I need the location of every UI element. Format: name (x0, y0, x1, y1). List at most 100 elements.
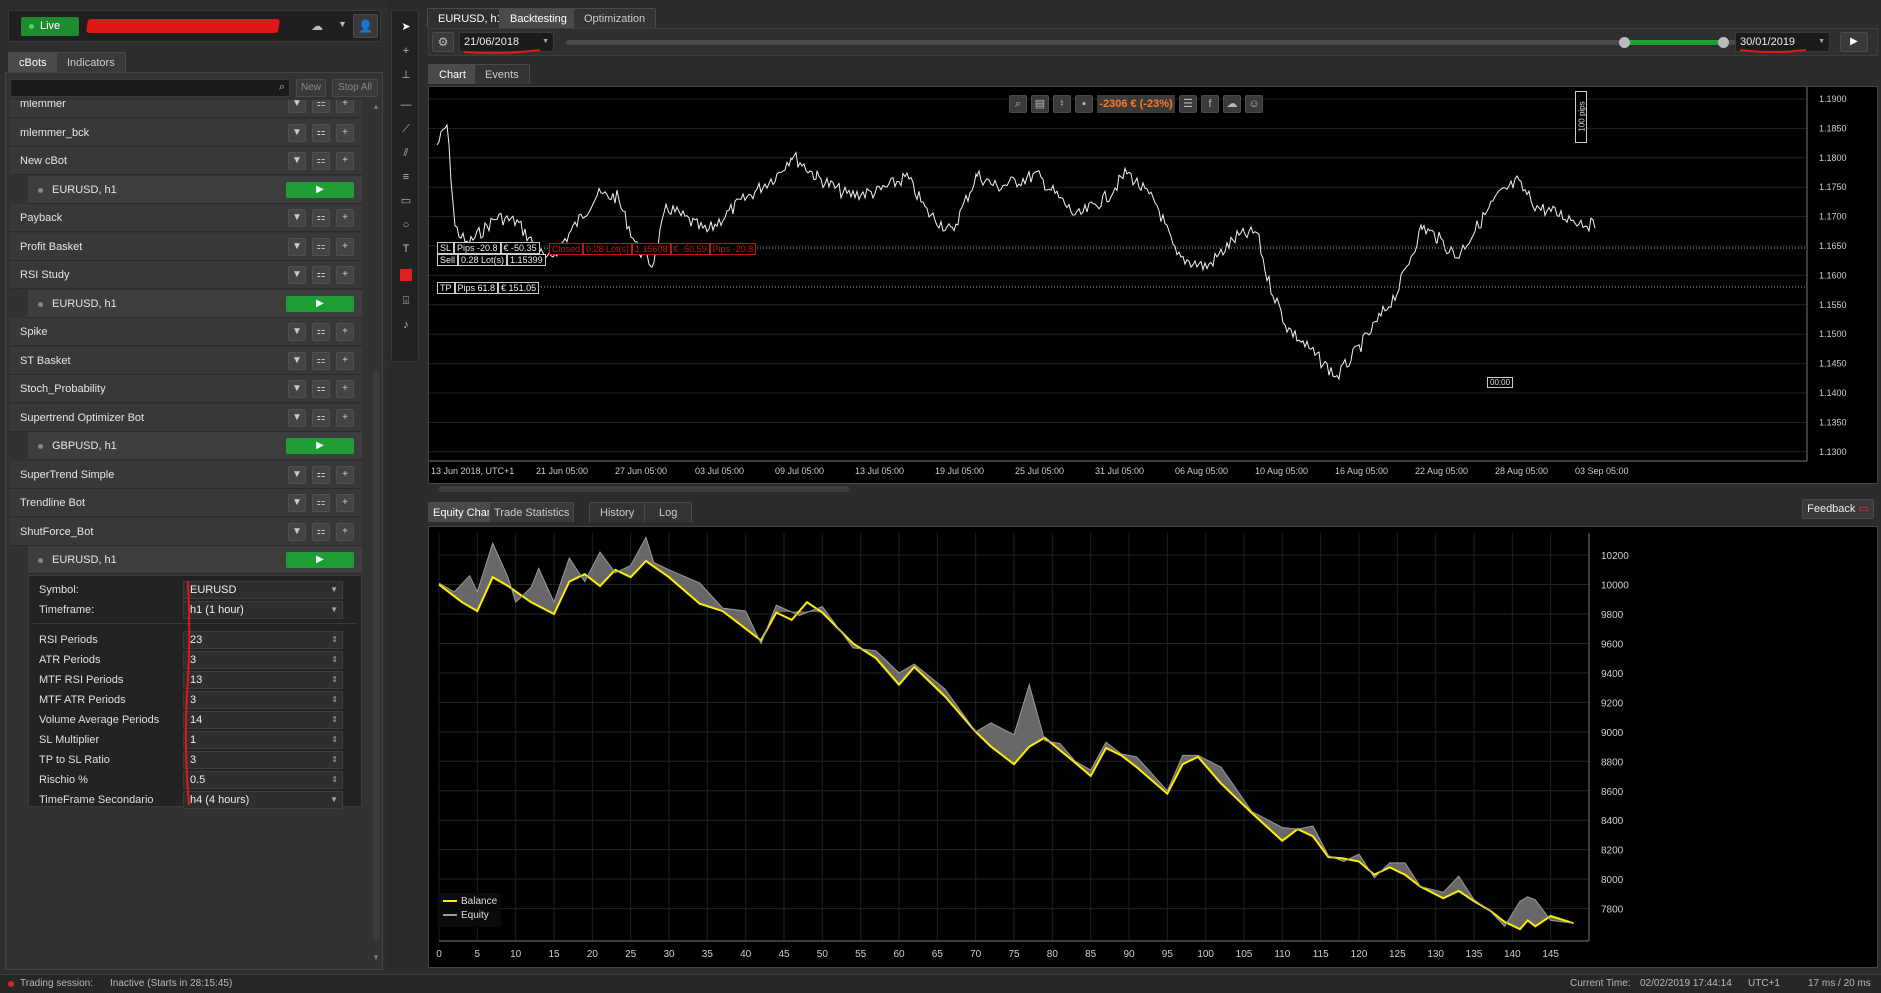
instance-settings-icon[interactable]: ⚏ (312, 323, 330, 341)
bot-row[interactable]: SuperTrend Simple ▼ ⚏ + (10, 460, 362, 489)
chevron-down-icon[interactable]: ▼ (288, 209, 306, 227)
start-instance-button[interactable]: ▶ (286, 181, 354, 198)
add-instance-icon[interactable]: + (336, 237, 354, 256)
play-backtest-button[interactable]: ▶ (1840, 32, 1868, 52)
parameter-select[interactable]: h1 (1 hour) ▼ (183, 600, 343, 619)
bot-row[interactable]: New cBot ▼ ⚏ + (10, 147, 362, 175)
spinner-icon[interactable]: ⇕ (331, 752, 338, 768)
add-instance-icon[interactable]: + (336, 494, 354, 512)
chevron-down-icon[interactable]: ▼ (288, 465, 306, 484)
chevron-down-icon[interactable]: ▼ (330, 792, 338, 808)
equity-chart[interactable]: 7800 8000 8200 8400 8600 8800 9000 9200 9400 9600… (428, 526, 1878, 968)
indicators-icon[interactable]: ♮ (1053, 95, 1071, 113)
color-swatch-icon[interactable] (398, 267, 414, 283)
parameter-input[interactable]: 1 ⇕ (183, 730, 343, 749)
instance-settings-icon[interactable]: ⚏ (312, 237, 330, 256)
chevron-down-icon[interactable]: ▼ (288, 380, 306, 398)
parameter-input[interactable]: 14 ⇕ (183, 710, 343, 729)
spinner-icon[interactable]: ⇕ (331, 652, 338, 668)
ellipse-icon[interactable]: ○ (398, 217, 414, 233)
instance-settings-icon[interactable]: ⚏ (312, 494, 330, 512)
bot-row[interactable]: Spike ▼ ⚏ + (10, 318, 362, 346)
tab-history[interactable]: History (589, 502, 646, 522)
bot-row[interactable]: Trendline Bot ▼ ⚏ + (10, 489, 362, 517)
camera-icon[interactable]: ⌻ (398, 293, 414, 309)
instance-settings-icon[interactable]: ⚏ (312, 465, 330, 484)
add-instance-icon[interactable]: + (336, 209, 354, 227)
tab-log[interactable]: Log (644, 502, 693, 522)
measure-icon[interactable]: ⊥ (398, 67, 414, 83)
add-instance-icon[interactable]: + (336, 408, 354, 427)
closed-trade-label[interactable]: Closed 0.28 Lot(s) 1.15608 € -50.59 Pips… (549, 243, 757, 255)
horizontal-line-icon[interactable]: — (398, 97, 414, 113)
add-instance-icon[interactable]: + (336, 152, 354, 170)
bot-row[interactable]: Profit Basket ▼ ⚏ + (10, 232, 362, 261)
parameter-input[interactable]: 3 ⇕ (183, 750, 343, 769)
add-instance-icon[interactable]: + (336, 100, 354, 113)
price-chart-canvas[interactable]: 1.1900 1.1850 1.1800 1.1750 1.1700 1.1650 1.16… (429, 87, 1877, 483)
parameter-input[interactable]: 3 ⇕ (183, 650, 343, 669)
tab-backtesting[interactable]: Backtesting (499, 8, 578, 28)
scroll-up-icon[interactable]: ▲ (372, 102, 380, 111)
backtest-range-track[interactable] (566, 37, 1791, 48)
bot-row[interactable]: RSI Study ▼ ⚏ + (10, 261, 362, 289)
cloud-icon[interactable]: ☁ (311, 19, 323, 33)
scroll-down-icon[interactable]: ▼ (372, 953, 380, 962)
chevron-down-icon[interactable]: ▼ (288, 237, 306, 256)
range-end-handle[interactable] (1718, 37, 1729, 48)
add-instance-icon[interactable]: + (336, 522, 354, 541)
parameter-select[interactable]: EURUSD ▼ (183, 580, 343, 599)
chevron-down-icon[interactable]: ▼ (330, 602, 338, 618)
chevron-down-icon[interactable]: ▼ (288, 152, 306, 170)
start-instance-button[interactable]: ▶ (286, 552, 354, 568)
instance-settings-icon[interactable]: ⚏ (312, 408, 330, 427)
add-instance-icon[interactable]: + (336, 123, 354, 142)
search-input[interactable]: ⌕ (10, 79, 290, 97)
chart-settings-icon[interactable]: ▤ (1031, 95, 1049, 113)
chevron-down-icon[interactable]: ▼ (338, 19, 347, 29)
bot-row[interactable]: Stoch_Probability ▼ ⚏ + (10, 375, 362, 403)
new-button[interactable]: New (296, 79, 326, 97)
tab-trade-statistics[interactable]: Trade Statistics (489, 502, 575, 522)
zoom-icon[interactable]: ⌕ (1009, 95, 1027, 113)
tab-indicators[interactable]: Indicators (56, 52, 126, 72)
settings-gear-icon[interactable]: ⚙ (432, 32, 454, 52)
add-instance-icon[interactable]: + (336, 380, 354, 398)
add-instance-icon[interactable]: + (336, 266, 354, 284)
bot-instance-row[interactable]: EURUSD, h1 ▶ (28, 289, 362, 318)
sl-line-label[interactable]: SL Pips -20.8 € -50.35 (437, 242, 540, 254)
bot-row[interactable]: mlemmer_bck ▼ ⚏ + (10, 118, 362, 147)
feedback-button[interactable]: Feedback ▭ (1802, 499, 1874, 519)
parameter-input[interactable]: 0.5 ⇕ (183, 770, 343, 789)
timezone-select[interactable]: UTC+1 (1748, 975, 1780, 993)
chevron-down-icon[interactable]: ▼ (288, 100, 306, 113)
instance-settings-icon[interactable]: ⚏ (312, 152, 330, 170)
chevron-down-icon[interactable]: ▼ (288, 408, 306, 427)
add-instance-icon[interactable]: + (336, 323, 354, 341)
parameter-input[interactable]: 13 ⇕ (183, 670, 343, 689)
bot-instance-row[interactable]: EURUSD, h1 ▶ (28, 175, 362, 204)
spinner-icon[interactable]: ⇕ (331, 712, 338, 728)
instance-settings-icon[interactable]: ⚏ (312, 209, 330, 227)
bot-row[interactable]: mlemmer ▼ ⚏ + (10, 100, 362, 118)
add-instance-icon[interactable]: + (336, 351, 354, 370)
rectangle-icon[interactable]: ▭ (398, 193, 414, 209)
channel-icon[interactable]: ⫽ (398, 145, 414, 161)
chevron-down-icon[interactable]: ▼ (288, 123, 306, 142)
spinner-icon[interactable]: ⇕ (331, 732, 338, 748)
spinner-icon[interactable]: ⇕ (331, 672, 338, 688)
add-instance-icon[interactable]: + (336, 465, 354, 484)
chevron-down-icon[interactable]: ▼ (330, 582, 338, 598)
bot-row[interactable]: Payback ▼ ⚏ + (10, 204, 362, 232)
list-icon[interactable]: ☰ (1179, 95, 1197, 113)
tab-events[interactable]: Events (474, 64, 530, 84)
bot-row[interactable]: Supertrend Optimizer Bot ▼ ⚏ + (10, 403, 362, 432)
instance-settings-icon[interactable]: ⚏ (312, 380, 330, 398)
bot-row[interactable]: ST Basket ▼ ⚏ + (10, 346, 362, 375)
bot-instance-row[interactable]: GBPUSD, h1 ▶ (28, 432, 362, 460)
instance-settings-icon[interactable]: ⚏ (312, 522, 330, 541)
parameter-select[interactable]: h4 (4 hours) ▼ (183, 790, 343, 809)
tab-cbots[interactable]: cBots (8, 52, 58, 72)
parameter-input[interactable]: 23 ⇕ (183, 630, 343, 649)
bot-row[interactable]: ShutForce_Bot ▼ ⚏ + (10, 517, 362, 546)
